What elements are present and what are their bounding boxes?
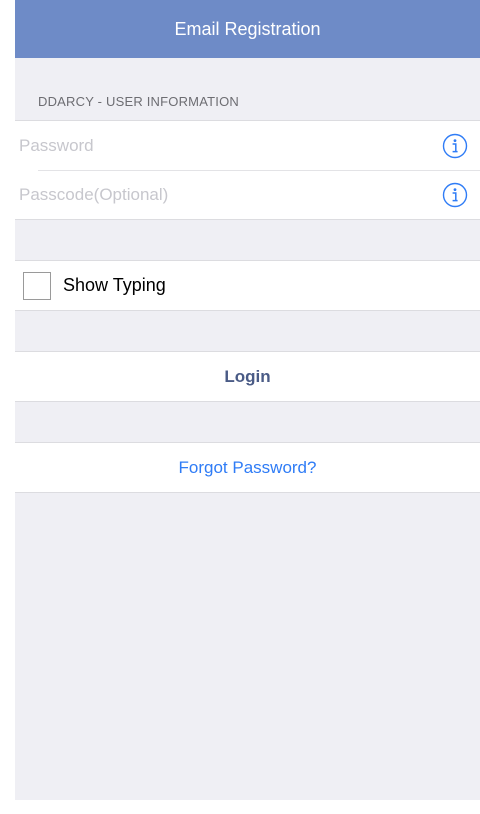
show-typing-checkbox[interactable] [23, 271, 51, 300]
login-group: Login [15, 351, 480, 402]
forgot-password-label: Forgot Password? [178, 457, 317, 477]
show-typing-row[interactable]: Show Typing [15, 261, 480, 310]
show-typing-group: Show Typing [15, 260, 480, 311]
passcode-info-icon[interactable] [438, 178, 472, 212]
password-field[interactable] [15, 121, 438, 170]
login-button[interactable]: Login [15, 352, 480, 401]
registration-screen: Email Registration DDARCY - USER INFORMA… [15, 0, 480, 800]
section-header-user-information: DDARCY - USER INFORMATION [38, 94, 239, 109]
info-icon [442, 133, 468, 158]
info-icon [442, 182, 468, 207]
passcode-row [15, 170, 480, 219]
user-information-group [15, 120, 480, 220]
forgot-password-link[interactable]: Forgot Password? [15, 443, 480, 492]
forgot-password-group: Forgot Password? [15, 442, 480, 493]
login-button-label: Login [224, 366, 271, 386]
password-info-icon[interactable] [438, 129, 472, 163]
password-row [15, 121, 480, 170]
nav-title: Email Registration [174, 18, 321, 39]
passcode-field[interactable] [15, 170, 438, 219]
show-typing-label: Show Typing [63, 275, 166, 295]
nav-bar: Email Registration [15, 0, 480, 58]
